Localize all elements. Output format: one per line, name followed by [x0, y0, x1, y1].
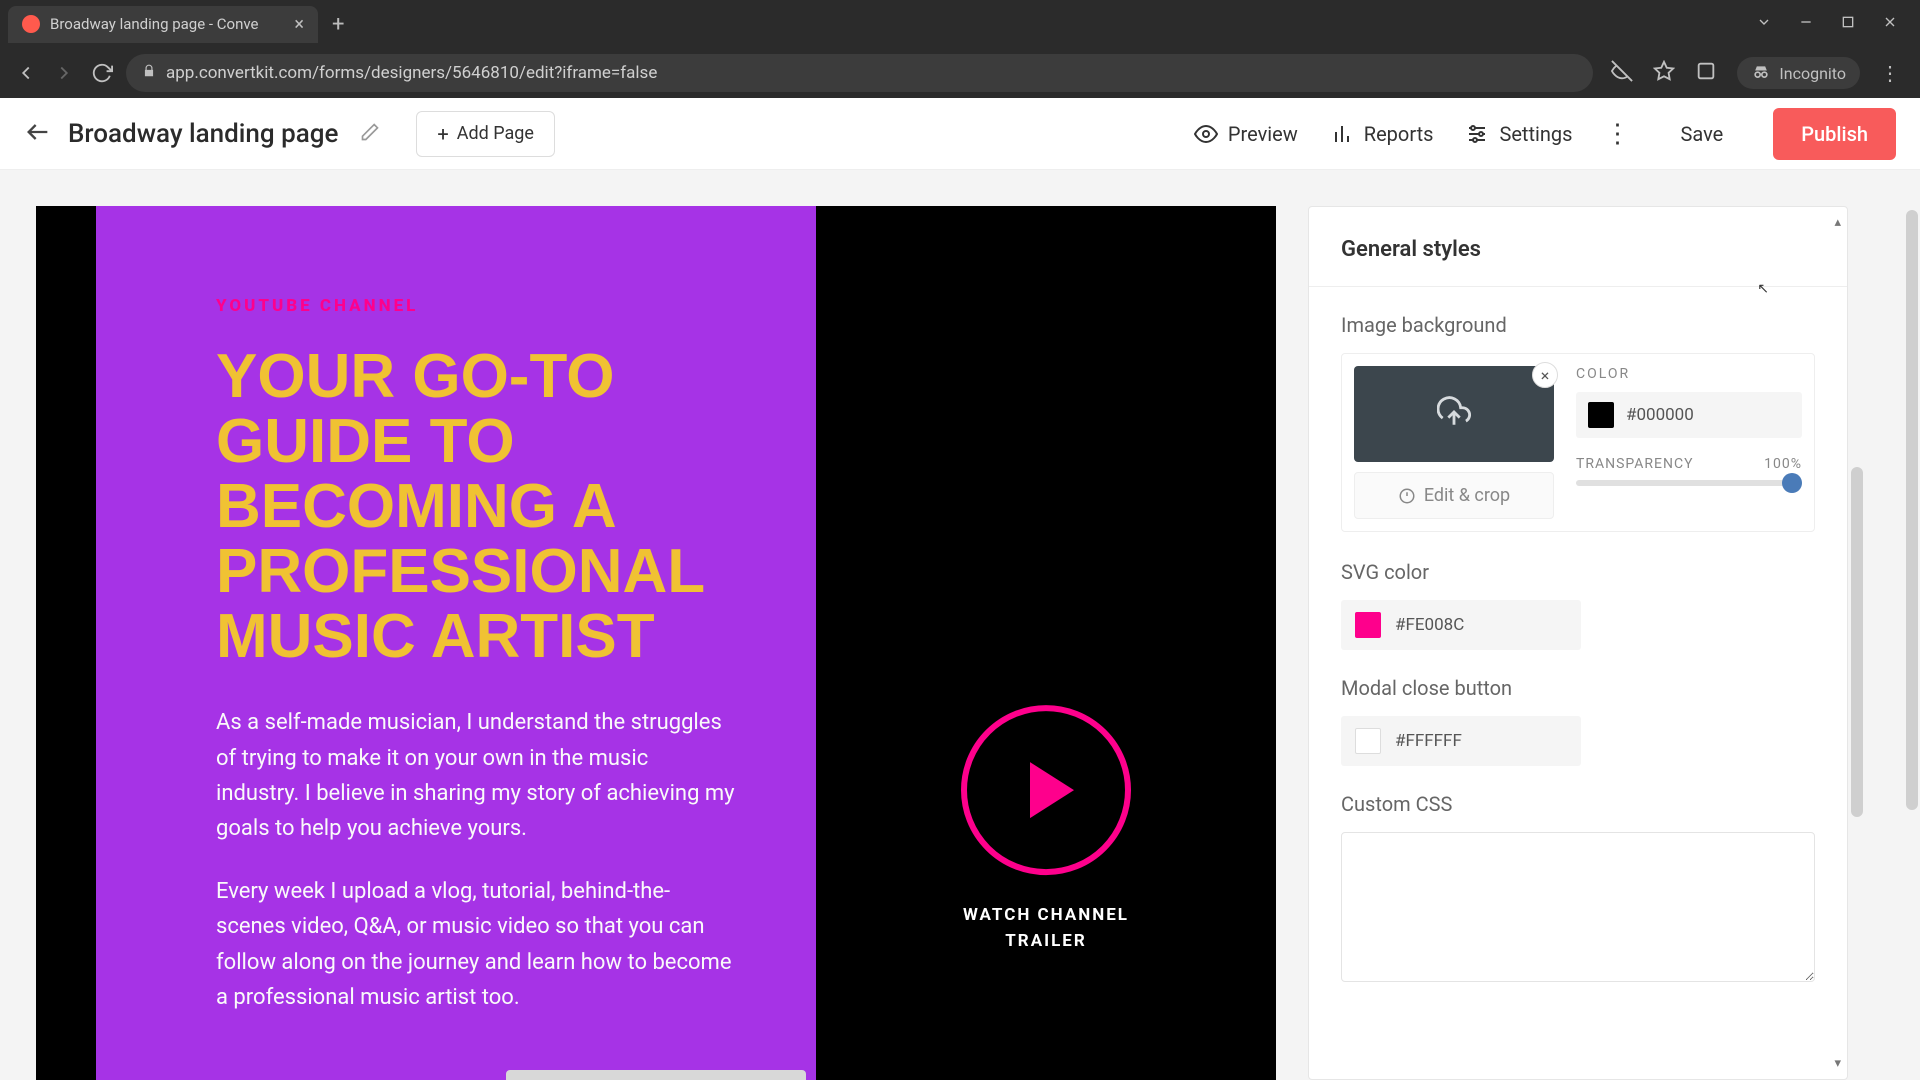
style-sidebar: ▴ ↖ General styles Image background × Ed…: [1308, 206, 1848, 1080]
app-header: Broadway landing page + Add Page Preview…: [0, 98, 1920, 170]
custom-css-textarea[interactable]: [1341, 832, 1815, 982]
settings-label: Settings: [1499, 122, 1572, 146]
settings-button[interactable]: Settings: [1465, 122, 1572, 146]
transparency-label: TRANSPARENCY: [1576, 456, 1694, 472]
incognito-label: Incognito: [1779, 64, 1846, 83]
eyebrow-text[interactable]: YOUTUBE CHANNEL: [216, 296, 756, 316]
incognito-badge[interactable]: Incognito: [1737, 57, 1860, 89]
eye-off-icon[interactable]: [1611, 60, 1633, 86]
modal-close-swatch: [1355, 728, 1381, 754]
back-arrow-button[interactable]: [24, 118, 52, 150]
play-button[interactable]: [961, 705, 1131, 875]
canvas[interactable]: YOUTUBE CHANNEL YOUR GO-TO GUIDE TO BECO…: [36, 206, 1276, 1080]
main-area: YOUTUBE CHANNEL YOUR GO-TO GUIDE TO BECO…: [0, 170, 1920, 1080]
url-bar: app.convertkit.com/forms/designers/56468…: [0, 48, 1920, 98]
svg-color-hex: #FE008C: [1395, 615, 1567, 635]
canvas-resize-handle[interactable]: [506, 1070, 806, 1080]
hero-title[interactable]: YOUR GO-TO GUIDE TO BECOMING A PROFESSIO…: [216, 344, 756, 669]
modal-close-hex: #FFFFFF: [1395, 731, 1567, 751]
crop-icon: [1398, 487, 1416, 505]
reload-icon[interactable]: [88, 59, 116, 87]
tab-favicon: [22, 15, 40, 33]
sidebar-title: General styles: [1341, 237, 1815, 262]
add-page-button[interactable]: + Add Page: [416, 111, 555, 157]
window-controls: [1756, 14, 1912, 34]
preview-label: Preview: [1228, 122, 1298, 146]
watch-trailer-label: WATCH CHANNEL TRAILER: [931, 903, 1161, 954]
star-icon[interactable]: [1653, 60, 1675, 86]
preview-button[interactable]: Preview: [1194, 122, 1298, 146]
sliders-icon: [1465, 122, 1489, 146]
edit-crop-button[interactable]: Edit & crop: [1354, 472, 1554, 519]
upload-cloud-icon: [1437, 395, 1471, 433]
new-tab-button[interactable]: +: [332, 12, 344, 37]
forward-icon[interactable]: [50, 59, 78, 87]
svg-color-input[interactable]: #FE008C: [1341, 600, 1581, 650]
sidebar-scrollbar[interactable]: [1851, 467, 1863, 817]
maximize-icon[interactable]: [1840, 14, 1856, 34]
edit-crop-label: Edit & crop: [1424, 485, 1510, 506]
hero-paragraph-2[interactable]: Every week I upload a vlog, tutorial, be…: [216, 874, 736, 1015]
svg-color-swatch: [1355, 612, 1381, 638]
more-icon[interactable]: ⋮: [1880, 61, 1900, 85]
edit-name-icon[interactable]: [360, 122, 380, 146]
slider-thumb[interactable]: [1782, 473, 1802, 493]
transparency-slider[interactable]: [1576, 480, 1802, 486]
page-scrollbar[interactable]: [1906, 210, 1918, 810]
url-input[interactable]: app.convertkit.com/forms/designers/56468…: [126, 54, 1593, 92]
remove-image-icon[interactable]: ×: [1532, 362, 1558, 388]
bg-color-swatch: [1588, 402, 1614, 428]
image-background-group: × Edit & crop COLOR #000000 TRANSPARENCY: [1341, 353, 1815, 532]
add-page-label: Add Page: [457, 123, 534, 144]
bg-color-input[interactable]: #000000: [1576, 392, 1802, 438]
scroll-up-icon[interactable]: ▴: [1834, 215, 1841, 230]
publish-button[interactable]: Publish: [1773, 108, 1896, 160]
browser-chrome: Broadway landing page - Conve × + app.co…: [0, 0, 1920, 98]
modal-close-color-input[interactable]: #FFFFFF: [1341, 716, 1581, 766]
lock-icon: [142, 63, 156, 83]
bg-color-hex: #000000: [1626, 405, 1790, 425]
reports-label: Reports: [1364, 122, 1434, 146]
play-icon: [1030, 762, 1074, 818]
browser-tab[interactable]: Broadway landing page - Conve ×: [8, 6, 318, 43]
image-background-label: Image background: [1341, 313, 1815, 337]
reports-icon: [1330, 122, 1354, 146]
svg-color-label: SVG color: [1341, 560, 1815, 584]
custom-css-label: Custom CSS: [1341, 792, 1815, 816]
page-title: Broadway landing page: [68, 119, 338, 149]
tab-bar: Broadway landing page - Conve × +: [0, 0, 1920, 48]
back-icon[interactable]: [12, 59, 40, 87]
plus-icon: +: [437, 122, 448, 146]
save-button[interactable]: Save: [1662, 112, 1741, 156]
minimize-icon[interactable]: [1798, 14, 1814, 34]
window-close-icon[interactable]: [1882, 14, 1898, 34]
cursor-icon: ↖: [1757, 281, 1769, 297]
image-upload-dropzone[interactable]: ×: [1354, 366, 1554, 462]
hero-left-panel[interactable]: YOUTUBE CHANNEL YOUR GO-TO GUIDE TO BECO…: [96, 206, 816, 1080]
color-mini-label: COLOR: [1576, 366, 1802, 382]
tab-title: Broadway landing page - Conve: [50, 15, 284, 33]
eye-icon: [1194, 122, 1218, 146]
hero-right-panel[interactable]: WATCH CHANNEL TRAILER: [816, 206, 1276, 1080]
scroll-down-icon[interactable]: ▾: [1834, 1056, 1841, 1071]
hero-paragraph-1[interactable]: As a self-made musician, I understand th…: [216, 705, 736, 846]
tab-dropdown-icon[interactable]: [1756, 14, 1772, 34]
url-text: app.convertkit.com/forms/designers/56468…: [166, 63, 657, 83]
extensions-icon[interactable]: [1695, 60, 1717, 86]
incognito-icon: [1751, 63, 1771, 83]
close-icon[interactable]: ×: [294, 14, 304, 35]
more-menu-button[interactable]: ⋮: [1604, 119, 1630, 149]
play-cta[interactable]: WATCH CHANNEL TRAILER: [931, 705, 1161, 954]
transparency-value: 100%: [1764, 456, 1802, 472]
modal-close-label: Modal close button: [1341, 676, 1815, 700]
reports-button[interactable]: Reports: [1330, 122, 1434, 146]
canvas-left-edge: [36, 206, 96, 1080]
